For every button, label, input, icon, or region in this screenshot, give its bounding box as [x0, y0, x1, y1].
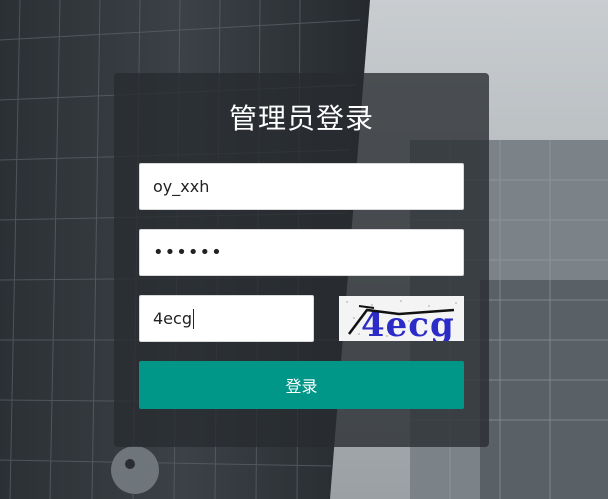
username-value: oy_xxh: [153, 177, 210, 196]
captcha-image-graphic: 4ecg: [339, 296, 464, 345]
username-input[interactable]: oy_xxh: [139, 163, 464, 210]
login-title: 管理员登录: [228, 102, 374, 135]
captcha-input-value: 4ecg: [153, 309, 192, 328]
captcha-input[interactable]: 4ecg: [139, 295, 314, 342]
text-cursor: [192, 308, 194, 329]
password-input[interactable]: ••••••: [139, 229, 464, 276]
password-value: ••••••: [153, 242, 223, 263]
login-panel: 管理员登录 oy_xxh •••••• 4ecg 4ecg 登录: [114, 73, 489, 447]
login-button[interactable]: 登录: [139, 361, 464, 409]
captcha-image[interactable]: 4ecg: [339, 296, 464, 345]
